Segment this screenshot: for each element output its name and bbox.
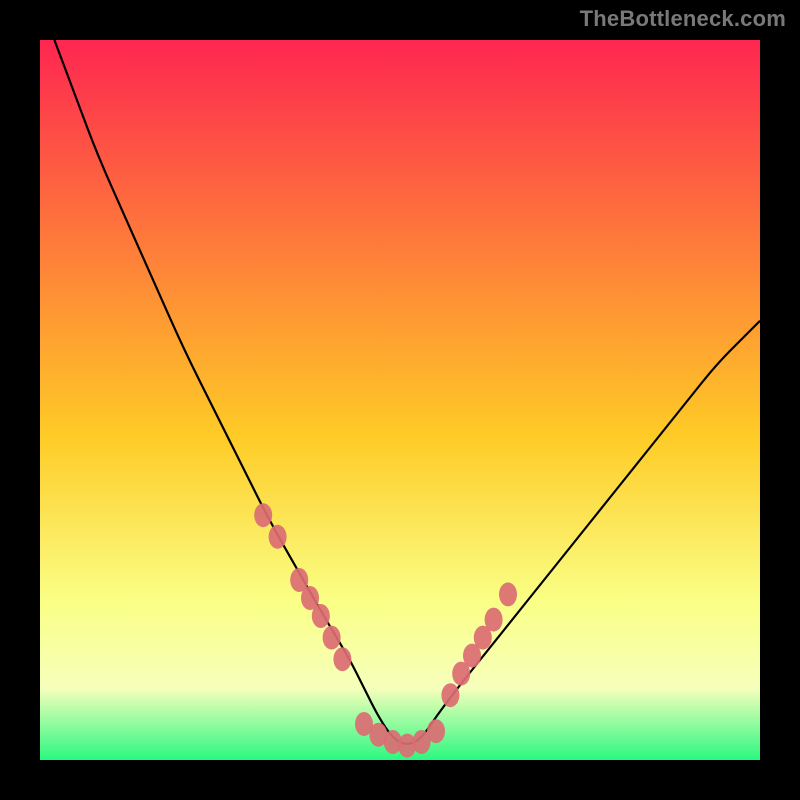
watermark-text: TheBottleneck.com [580, 6, 786, 32]
marker-point [323, 626, 341, 650]
marker-point [441, 683, 459, 707]
marker-point [427, 719, 445, 743]
marker-point [485, 608, 503, 632]
marker-point [499, 582, 517, 606]
bottleneck-chart [40, 40, 760, 760]
plot-area [40, 40, 760, 760]
marker-point [312, 604, 330, 628]
marker-point [333, 647, 351, 671]
marker-point [254, 503, 272, 527]
chart-container: TheBottleneck.com [0, 0, 800, 800]
gradient-background [40, 40, 760, 760]
marker-point [269, 525, 287, 549]
